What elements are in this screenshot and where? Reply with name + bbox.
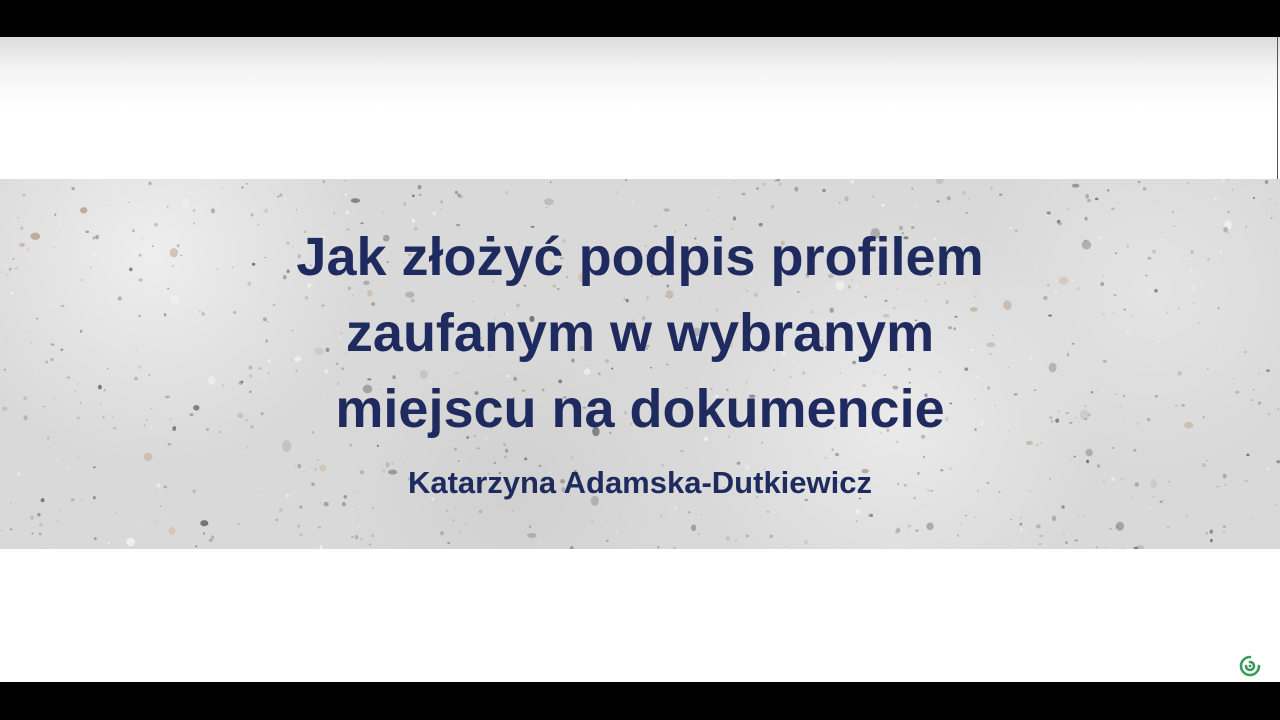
slide-title-line-2: zaufanym w wybranym [345,303,935,363]
stone-texture-band: Jak złożyć podpis profilem zaufanym w wy… [0,179,1280,549]
presentation-slide: Jak złożyć podpis profilem zaufanym w wy… [0,37,1280,682]
slide-author: Katarzyna Adamska-Dutkiewicz [407,465,873,500]
video-frame: Jak złożyć podpis profilem zaufanym w wy… [0,0,1280,720]
brand-logo-icon [1239,655,1261,677]
slide-title: Jak złożyć podpis profilem zaufanym w wy… [0,219,1280,447]
slide-title-line-1: Jak złożyć podpis profilem [296,227,984,287]
slide-title-line-3: miejscu na dokumencie [335,379,945,439]
